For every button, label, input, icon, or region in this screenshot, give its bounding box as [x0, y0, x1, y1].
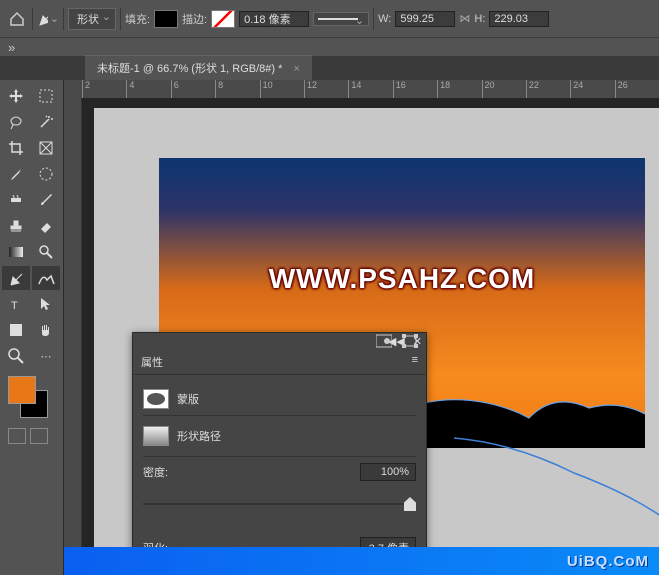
- marquee-circle-icon[interactable]: [32, 162, 60, 186]
- mask-label: 蒙版: [177, 391, 199, 407]
- pen-tool-icon[interactable]: [2, 266, 30, 290]
- ruler-corner: [64, 80, 82, 98]
- density-slider[interactable]: [143, 493, 416, 517]
- stroke-width-input[interactable]: [239, 11, 309, 27]
- brand-text: UiBQ.CoM: [567, 553, 649, 570]
- document-tabs: 未标题-1 @ 66.7% (形状 1, RGB/8#) * ×: [0, 56, 659, 80]
- height-input[interactable]: [489, 11, 549, 27]
- fill-label: 填充:: [125, 11, 150, 27]
- mask-type-icon[interactable]: [143, 389, 169, 409]
- hand-tool-icon[interactable]: [32, 318, 60, 342]
- shapepath-label: 形状路径: [177, 428, 221, 444]
- stroke-label: 描边:: [182, 11, 207, 27]
- type-tool-icon[interactable]: T: [2, 292, 30, 316]
- path-select-tool-icon[interactable]: [32, 292, 60, 316]
- density-label: 密度:: [143, 464, 168, 480]
- divider: [63, 8, 64, 30]
- eraser-tool-icon[interactable]: [32, 214, 60, 238]
- lasso-tool-icon[interactable]: [2, 110, 30, 134]
- stroke-style-select[interactable]: [313, 12, 369, 26]
- svg-text:T: T: [11, 300, 18, 312]
- edit-toolbar-icon[interactable]: ⋯: [32, 344, 60, 368]
- document-tab[interactable]: 未标题-1 @ 66.7% (形状 1, RGB/8#) * ×: [85, 55, 312, 80]
- gradient-tool-icon[interactable]: [2, 240, 30, 264]
- vertical-ruler[interactable]: [64, 98, 82, 575]
- tool-palette: T ⋯: [0, 80, 64, 575]
- healing-tool-icon[interactable]: [2, 188, 30, 212]
- tab-title: 未标题-1 @ 66.7% (形状 1, RGB/8#) *: [97, 63, 282, 75]
- move-tool-icon[interactable]: [2, 84, 30, 108]
- expand-icon[interactable]: »: [8, 40, 15, 55]
- home-icon[interactable]: [6, 8, 28, 30]
- close-icon[interactable]: ×: [293, 63, 299, 75]
- dodge-tool-icon[interactable]: [32, 240, 60, 264]
- stroke-swatch[interactable]: [211, 10, 235, 28]
- crop-tool-icon[interactable]: [2, 136, 30, 160]
- quickmask-row: [2, 428, 61, 444]
- color-swatches: [2, 376, 61, 420]
- foreground-swatch[interactable]: [8, 376, 36, 404]
- divider: [32, 8, 33, 30]
- shape-tool-icon[interactable]: [2, 318, 30, 342]
- link-icon[interactable]: ⋈: [459, 12, 470, 25]
- width-input[interactable]: [395, 11, 455, 27]
- shapepath-thumb[interactable]: [143, 426, 169, 446]
- frame-tool-icon[interactable]: [32, 136, 60, 160]
- tool-mode-select[interactable]: 形状: [68, 8, 116, 30]
- layer-mask-icon[interactable]: [376, 334, 392, 351]
- density-value[interactable]: 100%: [360, 463, 416, 481]
- width-label: W:: [378, 13, 391, 25]
- zoom-tool-icon[interactable]: [2, 344, 30, 368]
- eyedropper-tool-icon[interactable]: [2, 162, 30, 186]
- options-bar: ⌄ 形状 填充: 描边: W: ⋈ H:: [0, 0, 659, 38]
- pen-tool-icon[interactable]: ⌄: [37, 8, 59, 30]
- fill-swatch[interactable]: [154, 10, 178, 28]
- properties-panel: ◀◀ ✕ 属性 ≡ 蒙版 形状路径: [132, 332, 427, 575]
- divider: [373, 8, 374, 30]
- panel-menu-icon[interactable]: ≡: [412, 354, 418, 370]
- vector-mask-icon[interactable]: [402, 334, 418, 351]
- height-label: H:: [474, 13, 485, 25]
- brush-tool-icon[interactable]: [32, 188, 60, 212]
- footer-brand-bar: UiBQ.CoM: [64, 547, 659, 575]
- curvature-pen-icon[interactable]: [32, 266, 60, 290]
- watermark-text: WWW.PSAHZ.COM: [159, 263, 645, 291]
- quickmask-icon[interactable]: [8, 428, 26, 444]
- horizontal-ruler[interactable]: 2 4 6 8 10 12 14 16 18 20 22 24 26: [82, 80, 659, 98]
- panel-title: 属性: [141, 354, 163, 370]
- divider: [120, 8, 121, 30]
- collapse-row: »: [0, 38, 659, 56]
- marquee-tool-icon[interactable]: [32, 84, 60, 108]
- magic-wand-tool-icon[interactable]: [32, 110, 60, 134]
- canvas-area: 2 4 6 8 10 12 14 16 18 20 22 24 26 WWW.P…: [64, 80, 659, 575]
- stamp-tool-icon[interactable]: [2, 214, 30, 238]
- screenmode-icon[interactable]: [30, 428, 48, 444]
